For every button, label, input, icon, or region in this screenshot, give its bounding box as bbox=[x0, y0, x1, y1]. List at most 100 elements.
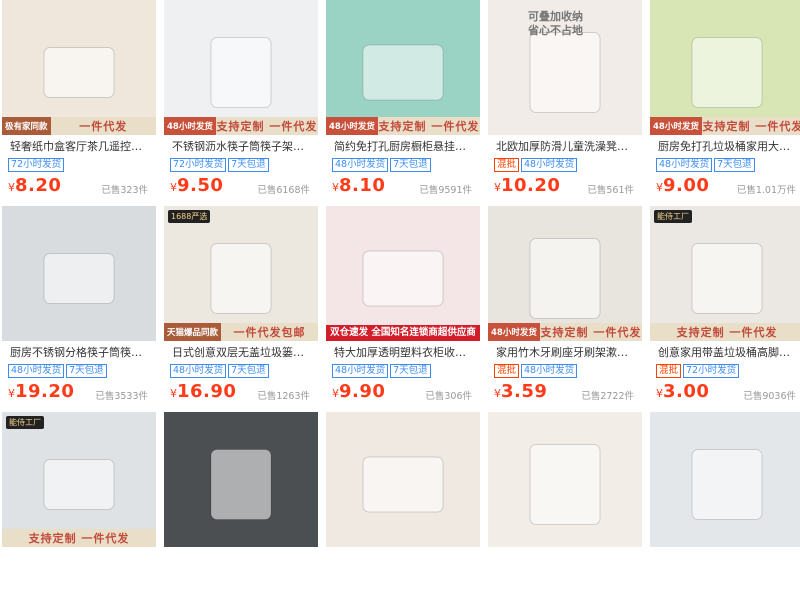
product-illustration bbox=[362, 250, 444, 307]
product-tags: 混批 72小时发货 bbox=[656, 364, 740, 378]
product-card[interactable]: 1688严选天猫爆品同款 一件代发包邮日式创意双层无盖垃圾篓家用... 48小时发货… bbox=[164, 206, 318, 409]
currency-symbol: ¥ bbox=[8, 181, 15, 194]
product-tag: 72小时发货 bbox=[683, 364, 740, 378]
product-title[interactable]: 创意家用带盖垃圾桶高脚木纹... bbox=[658, 346, 800, 360]
promo-band: 支持定制 一件代发 bbox=[650, 323, 800, 341]
product-tags: 72小时发货 bbox=[8, 158, 65, 172]
delivery-badge: 48小时发货 bbox=[650, 117, 702, 135]
delivery-badge: 48小时发货 bbox=[164, 117, 216, 135]
product-illustration bbox=[43, 47, 115, 98]
price-value: 10.20 bbox=[501, 175, 561, 196]
product-illustration bbox=[362, 44, 444, 101]
product-card[interactable] bbox=[326, 412, 480, 615]
product-image[interactable]: 48小时发货 支持定制 一件代发 bbox=[164, 0, 318, 135]
product-card[interactable] bbox=[488, 412, 642, 615]
product-tag: 混批 bbox=[656, 364, 682, 378]
sold-count: 已售561件 bbox=[587, 185, 634, 196]
corner-badge: 1688严选 bbox=[168, 210, 211, 223]
product-title[interactable]: 特大加厚透明塑料衣柜收纳盒抽... bbox=[334, 346, 476, 360]
product-tag: 7天包退 bbox=[66, 364, 107, 378]
price-value: 9.50 bbox=[177, 175, 224, 196]
service-label: 支持定制 一件代发 bbox=[650, 323, 800, 341]
product-title[interactable]: 北欧加厚防滑儿童洗澡凳换鞋... bbox=[496, 140, 638, 154]
product-illustration bbox=[210, 449, 272, 520]
product-card[interactable] bbox=[650, 412, 800, 615]
promo-band: 支持定制 一件代发 bbox=[2, 529, 156, 547]
product-price: ¥9.90 bbox=[332, 381, 385, 402]
product-card[interactable]: 可叠加收纳 省心不占地北欧加厚防滑儿童洗澡凳换鞋... 混批 48小时发货 ¥10.20… bbox=[488, 0, 642, 203]
product-price: ¥9.00 bbox=[656, 175, 709, 196]
promo-band: 48小时发货 支持定制 一件代发 bbox=[650, 117, 800, 135]
currency-symbol: ¥ bbox=[494, 181, 501, 194]
product-image[interactable]: 48小时发货 支持定制 一件代发 bbox=[650, 0, 800, 135]
product-illustration bbox=[362, 456, 444, 513]
product-title[interactable]: 轻奢纸巾盒客厅茶几遥控器收... bbox=[10, 140, 152, 154]
product-card[interactable]: 极有家同款 一件代发 轻奢纸巾盒客厅茶几遥控器收... 72小时发货 ¥8.20 已售32… bbox=[2, 0, 156, 203]
product-title[interactable]: 日式创意双层无盖垃圾篓家用... bbox=[172, 346, 314, 360]
product-image[interactable]: 1688严选天猫爆品同款 一件代发包邮 bbox=[164, 206, 318, 341]
product-card[interactable]: 48小时发货 支持定制 一件代发 厨房免打孔垃圾桶家用大号橱... 48小时发货 7天包… bbox=[650, 0, 800, 203]
currency-symbol: ¥ bbox=[170, 181, 177, 194]
product-image[interactable]: 48小时发货 支持定制 一件代发 bbox=[326, 0, 480, 135]
price-value: 9.00 bbox=[663, 175, 710, 196]
collection-badge: 极有家同款 bbox=[2, 117, 51, 135]
product-card[interactable] bbox=[164, 412, 318, 615]
currency-symbol: ¥ bbox=[656, 387, 663, 400]
product-price: ¥16.90 bbox=[170, 381, 236, 402]
product-tag: 48小时发货 bbox=[170, 364, 227, 378]
product-tag: 混批 bbox=[494, 158, 520, 172]
corner-badge: 能侍工厂 bbox=[654, 210, 692, 223]
promo-banner: 双仓速发 全国知名连锁商超供应商 bbox=[326, 325, 480, 341]
price-value: 16.90 bbox=[177, 381, 237, 402]
product-image[interactable] bbox=[2, 206, 156, 341]
product-image[interactable]: 能侍工厂支持定制 一件代发 bbox=[650, 206, 800, 341]
currency-symbol: ¥ bbox=[332, 387, 339, 400]
product-illustration bbox=[691, 449, 763, 520]
product-card[interactable]: 能侍工厂支持定制 一件代发 bbox=[2, 412, 156, 615]
product-title[interactable]: 厨房不锈钢分格筷子筒筷笼多... bbox=[10, 346, 152, 360]
product-tags: 混批 48小时发货 bbox=[494, 364, 578, 378]
currency-symbol: ¥ bbox=[494, 387, 501, 400]
product-title[interactable]: 简约免打孔厨房橱柜悬挂垃圾... bbox=[334, 140, 476, 154]
product-card[interactable]: 能侍工厂 支持定制 一件代发 创意家用带盖垃圾桶高脚木纹... 混批 72小时发货 ¥3.… bbox=[650, 206, 800, 409]
product-image[interactable]: 极有家同款 一件代发 bbox=[2, 0, 156, 135]
product-tag: 混批 bbox=[494, 364, 520, 378]
product-image[interactable] bbox=[650, 412, 800, 547]
product-tags: 72小时发货 7天包退 bbox=[170, 158, 269, 172]
service-label: 支持定制 一件代发 bbox=[539, 323, 642, 341]
product-price: ¥3.59 bbox=[494, 381, 547, 402]
product-price: ¥10.20 bbox=[494, 175, 560, 196]
product-title[interactable]: 厨房免打孔垃圾桶家用大号橱... bbox=[658, 140, 800, 154]
product-image[interactable]: 可叠加收纳 省心不占地 bbox=[488, 0, 642, 135]
product-image[interactable]: 双仓速发 全国知名连锁商超供应商 bbox=[326, 206, 480, 341]
promo-band: 天猫爆品同款 一件代发包邮 bbox=[164, 323, 318, 341]
product-tag: 72小时发货 bbox=[170, 158, 227, 172]
sold-count: 已售9591件 bbox=[419, 185, 472, 196]
product-card[interactable]: 厨房不锈钢分格筷子筒筷笼多... 48小时发货 7天包退 ¥19.20 已售3533件 bbox=[2, 206, 156, 409]
product-card[interactable]: 48小时发货支持定制 一件代发家用竹木牙刷座牙刷架漱口杯子... 混批48小时发货… bbox=[488, 206, 642, 409]
product-image[interactable]: 能侍工厂支持定制 一件代发 bbox=[2, 412, 156, 547]
product-card[interactable]: 48小时发货 支持定制 一件代发 简约免打孔厨房橱柜悬挂垃圾... 48小时发货 7天包… bbox=[326, 0, 480, 203]
product-card[interactable]: 双仓速发 全国知名连锁商超供应商特大加厚透明塑料衣柜收纳盒抽... 48小时发货7… bbox=[326, 206, 480, 409]
service-label: 支持定制 一件代发 bbox=[701, 117, 800, 135]
product-illustration bbox=[529, 238, 601, 319]
product-title[interactable]: 家用竹木牙刷座牙刷架漱口杯子... bbox=[496, 346, 638, 360]
product-image[interactable] bbox=[164, 412, 318, 547]
product-illustration bbox=[529, 444, 601, 525]
price-value: 3.59 bbox=[501, 381, 548, 402]
product-grid: 极有家同款 一件代发 轻奢纸巾盒客厅茶几遥控器收... 72小时发货 ¥8.20 已售32… bbox=[0, 0, 800, 615]
image-caption: 省心不占地 bbox=[528, 24, 583, 37]
service-label: 支持定制 一件代发 bbox=[215, 117, 318, 135]
product-title[interactable]: 不锈钢沥水筷子筒筷子架筷笼... bbox=[172, 140, 314, 154]
product-illustration bbox=[691, 243, 763, 314]
product-tag: 48小时发货 bbox=[332, 364, 389, 378]
product-image[interactable]: 48小时发货 支持定制 一件代发 bbox=[488, 206, 642, 341]
service-label: 支持定制 一件代发 bbox=[377, 117, 480, 135]
product-image[interactable] bbox=[326, 412, 480, 547]
corner-badge: 能侍工厂 bbox=[6, 416, 44, 429]
product-tag: 48小时发货 bbox=[656, 158, 713, 172]
product-tag: 48小时发货 bbox=[521, 158, 578, 172]
product-card[interactable]: 48小时发货 支持定制 一件代发不锈钢沥水筷子筒筷子架筷笼... 72小时发货 7天包… bbox=[164, 0, 318, 203]
product-image[interactable] bbox=[488, 412, 642, 547]
product-illustration bbox=[210, 243, 272, 314]
